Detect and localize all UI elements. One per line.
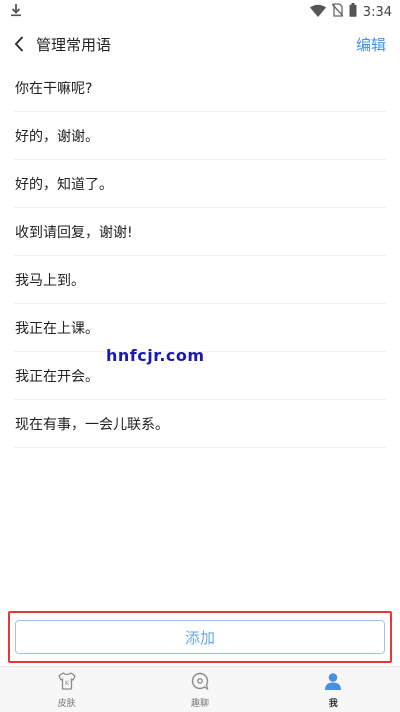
status-icons: 3:34 [309, 3, 392, 21]
phrase-item[interactable]: 收到请回复，谢谢! [14, 208, 386, 256]
phrase-item[interactable]: 我正在上课。 [14, 304, 386, 352]
tab-bar: K 皮肤 趣聊 我 [0, 666, 400, 712]
wifi-icon [309, 4, 326, 21]
status-bar: 3:34 [0, 0, 400, 24]
tab-label: 皮肤 [57, 698, 76, 709]
watermark: hnfcjr.com [106, 346, 205, 365]
tab-chat[interactable]: 趣聊 [160, 671, 240, 709]
status-time: 3:34 [362, 4, 392, 20]
phrase-item[interactable]: 现在有事，一会儿联系。 [14, 400, 386, 448]
battery-icon [349, 3, 357, 21]
phrase-item[interactable]: 好的，知道了。 [14, 160, 386, 208]
phrase-item[interactable]: 你在干嘛呢? [14, 64, 386, 112]
no-sim-icon [331, 3, 344, 21]
download-icon [10, 3, 22, 21]
tab-me[interactable]: 我 [293, 671, 373, 709]
tab-skin[interactable]: K 皮肤 [27, 671, 107, 709]
chat-bubble-icon [190, 671, 210, 695]
phrase-item[interactable]: 好的，谢谢。 [14, 112, 386, 160]
page-title: 管理常用语 [36, 35, 112, 54]
phrase-list: 你在干嘛呢? 好的，谢谢。 好的，知道了。 收到请回复，谢谢! 我马上到。 我正… [14, 64, 386, 448]
user-icon [323, 671, 343, 695]
tab-label: 趣聊 [190, 698, 209, 709]
shirt-icon: K [57, 671, 77, 695]
phrase-item[interactable]: 我马上到。 [14, 256, 386, 304]
header: 管理常用语 编辑 [0, 26, 400, 62]
back-arrow-icon[interactable] [10, 32, 28, 56]
add-button[interactable]: 添加 [15, 620, 385, 654]
edit-button[interactable]: 编辑 [356, 34, 386, 55]
add-button-highlight: 添加 [8, 611, 392, 663]
tab-label: 我 [328, 698, 338, 709]
svg-text:K: K [65, 680, 70, 687]
